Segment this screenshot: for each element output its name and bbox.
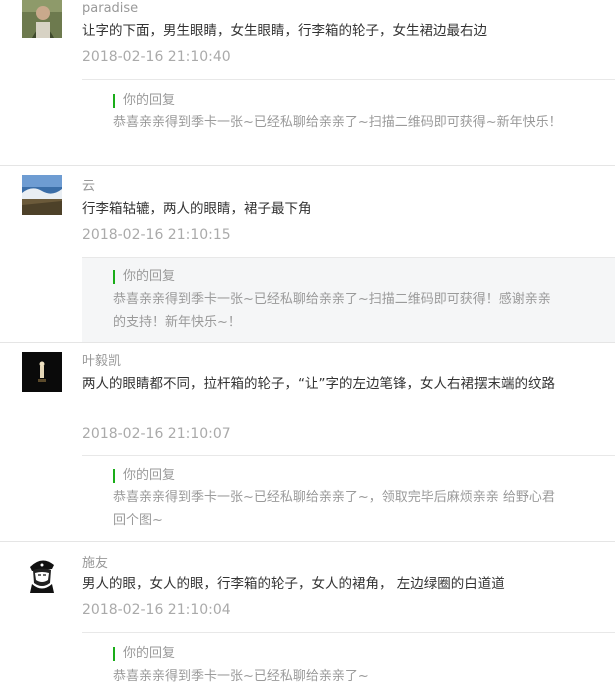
- comment-nickname: paradise: [82, 1, 139, 16]
- reply-label: 你的回复: [113, 467, 175, 485]
- reply-divider: [82, 455, 615, 456]
- reply-accent-bar: [113, 469, 115, 483]
- reply-text: 恭喜亲亲得到季卡一张~已经私聊给亲亲了~扫描二维码即可获得！感谢亲亲的支持！新年…: [113, 292, 551, 330]
- comment-content: 行李箱轱辘，两人的眼睛，裙子最下角: [82, 201, 312, 217]
- reply-label-text: 你的回复: [123, 93, 176, 108]
- comment-nickname: 施友: [82, 556, 109, 571]
- reply-label-text: 你的回复: [123, 646, 176, 661]
- reply-box: 你的回复 恭喜亲亲得到季卡一张~已经私聊给亲亲了~扫描二维码即可获得！感谢亲亲的…: [82, 257, 615, 343]
- comment-content: 两人的眼睛都不同，拉杆箱的轮子，“让”字的左边笔锋，女人右裙摆末端的纹路: [82, 376, 555, 392]
- avatar[interactable]: [22, 175, 62, 215]
- reply-divider: [82, 257, 615, 258]
- comment-item: 施友 男人的眼，女人的眼，行李箱的轮子，女人的裙角， 左边绿圈的白道道 2018…: [0, 542, 615, 692]
- avatar[interactable]: [22, 0, 62, 38]
- comment-content: 让字的下面，男生眼睛，女生眼睛，行李箱的轮子，女生裙边最右边: [82, 23, 487, 39]
- reply-box: 你的回复 恭喜亲亲得到季卡一张~已经私聊给亲亲了~，领取完毕后麻烦亲亲 给野心君…: [82, 455, 615, 542]
- avatar-image: [22, 175, 62, 215]
- comment-time: 2018-02-16 21:10:04: [82, 602, 231, 618]
- comment-item: 云 行李箱轱辘，两人的眼睛，裙子最下角 2018-02-16 21:10:15 …: [0, 166, 615, 343]
- reply-box: 你的回复 恭喜亲亲得到季卡一张~已经私聊给亲亲了~扫描二维码即可获得~新年快乐！: [82, 79, 615, 166]
- comment-nickname: 叶毅凯: [82, 354, 122, 369]
- reply-label: 你的回复: [113, 268, 175, 286]
- reply-accent-bar: [113, 647, 115, 661]
- reply-label-text: 你的回复: [123, 468, 176, 483]
- avatar-image: [22, 352, 62, 392]
- reply-accent-bar: [113, 94, 115, 108]
- comment-nickname: 云: [82, 179, 96, 194]
- reply-accent-bar: [113, 270, 115, 284]
- avatar-image: [22, 553, 62, 593]
- reply-divider: [82, 79, 615, 80]
- reply-box: 你的回复 恭喜亲亲得到季卡一张~已经私聊给亲亲了~: [82, 632, 615, 692]
- reply-label: 你的回复: [113, 92, 175, 110]
- avatar[interactable]: [22, 553, 62, 593]
- comment-time: 2018-02-16 21:10:40: [82, 49, 231, 65]
- avatar-image: [22, 0, 62, 38]
- comment-time: 2018-02-16 21:10:15: [82, 227, 231, 243]
- comment-content: 男人的眼，女人的眼，行李箱的轮子，女人的裙角， 左边绿圈的白道道: [82, 576, 505, 592]
- reply-divider: [82, 632, 615, 633]
- reply-text: 恭喜亲亲得到季卡一张~已经私聊给亲亲了~，领取完毕后麻烦亲亲 给野心君回个图~: [113, 490, 555, 528]
- comment-time: 2018-02-16 21:10:07: [82, 426, 231, 442]
- comment-item: paradise 让字的下面，男生眼睛，女生眼睛，行李箱的轮子，女生裙边最右边 …: [0, 0, 615, 166]
- reply-text: 恭喜亲亲得到季卡一张~已经私聊给亲亲了~: [113, 669, 369, 684]
- avatar[interactable]: [22, 352, 62, 392]
- reply-label-text: 你的回复: [123, 269, 176, 284]
- reply-label: 你的回复: [113, 645, 175, 663]
- reply-text: 恭喜亲亲得到季卡一张~已经私聊给亲亲了~扫描二维码即可获得~新年快乐！: [113, 115, 562, 130]
- comment-item: 叶毅凯 两人的眼睛都不同，拉杆箱的轮子，“让”字的左边笔锋，女人右裙摆末端的纹路…: [0, 343, 615, 542]
